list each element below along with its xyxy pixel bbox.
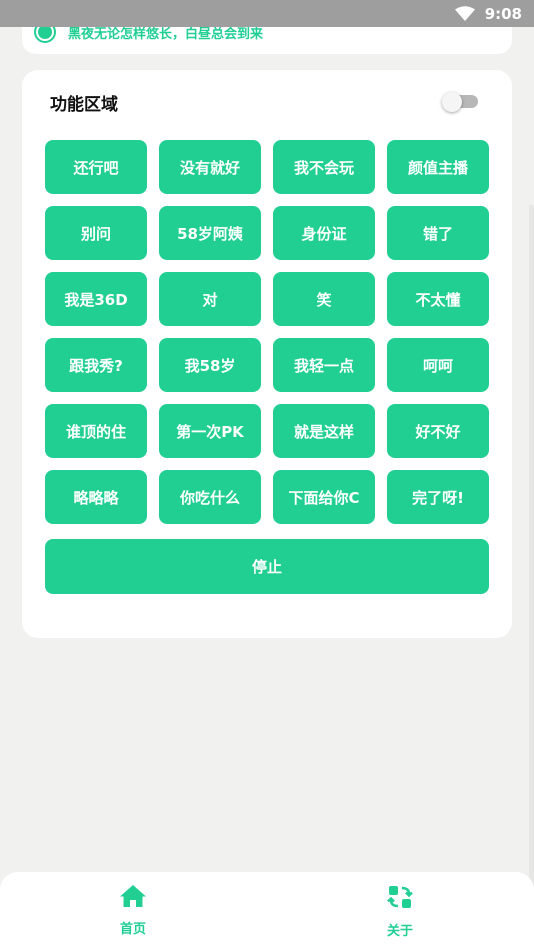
sound-button[interactable]: 笑	[273, 272, 375, 326]
sound-button[interactable]: 就是这样	[273, 404, 375, 458]
sound-button[interactable]: 颜值主播	[387, 140, 489, 194]
nav-item-home[interactable]: 首页	[93, 884, 173, 937]
sound-button[interactable]: 别问	[45, 206, 147, 260]
sound-button[interactable]: 58岁阿姨	[159, 206, 261, 260]
swap-icon	[387, 884, 413, 914]
sound-button[interactable]: 不太懂	[387, 272, 489, 326]
sound-button-grid: 还行吧 没有就好 我不会玩 颜值主播 别问 58岁阿姨 身份证 错了 我是36D…	[45, 140, 489, 524]
sound-button[interactable]: 对	[159, 272, 261, 326]
sound-button[interactable]: 我轻一点	[273, 338, 375, 392]
status-bar: 9:08	[0, 0, 534, 27]
wifi-icon	[454, 5, 475, 22]
sound-button[interactable]: 跟我秀?	[45, 338, 147, 392]
sound-button[interactable]: 我58岁	[159, 338, 261, 392]
sound-button[interactable]: 下面给你C	[273, 470, 375, 524]
sound-button[interactable]: 我是36D	[45, 272, 147, 326]
sound-button[interactable]: 谁顶的住	[45, 404, 147, 458]
sound-button[interactable]: 我不会玩	[273, 140, 375, 194]
function-toggle[interactable]	[442, 92, 478, 112]
nav-item-home-label: 首页	[119, 922, 146, 937]
sound-button[interactable]: 完了呀!	[387, 470, 489, 524]
sound-button[interactable]: 你吃什么	[159, 470, 261, 524]
nav-item-about-label: 关于	[386, 924, 413, 939]
stop-button[interactable]: 停止	[45, 539, 489, 594]
nav-item-about[interactable]: 关于	[360, 884, 440, 939]
toggle-knob	[442, 92, 462, 112]
function-area-card: 功能区域 还行吧 没有就好 我不会玩 颜值主播 别问 58岁阿姨 身份证 错了 …	[22, 70, 512, 638]
function-area-title: 功能区域	[50, 95, 118, 115]
home-icon	[119, 884, 147, 912]
sound-button[interactable]: 呵呵	[387, 338, 489, 392]
sound-button[interactable]: 好不好	[387, 404, 489, 458]
sound-button[interactable]: 错了	[387, 206, 489, 260]
sound-button[interactable]: 身份证	[273, 206, 375, 260]
sound-button[interactable]: 没有就好	[159, 140, 261, 194]
bottom-nav: 首页 关于	[0, 872, 534, 949]
sound-button[interactable]: 略略略	[45, 470, 147, 524]
sound-button[interactable]: 第一次PK	[159, 404, 261, 458]
status-time: 9:08	[484, 4, 522, 23]
sound-button[interactable]: 还行吧	[45, 140, 147, 194]
scroll-edge	[529, 205, 534, 949]
